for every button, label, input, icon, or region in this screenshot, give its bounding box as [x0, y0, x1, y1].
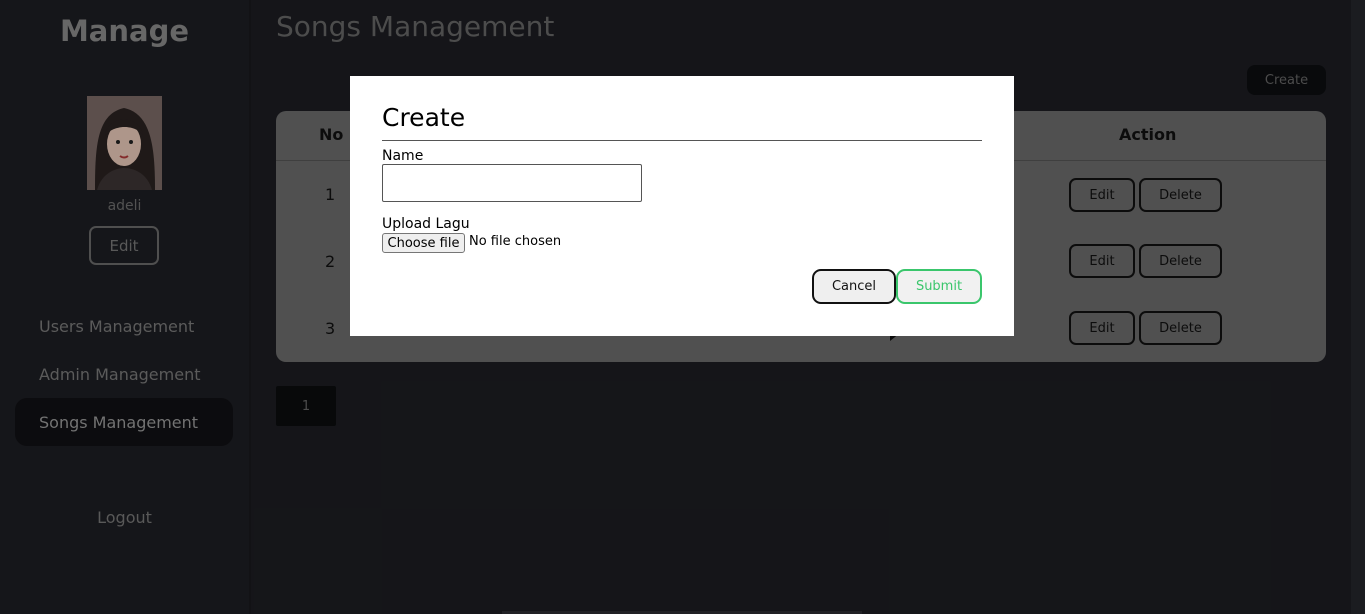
- modal-title: Create: [382, 103, 466, 132]
- name-input[interactable]: [382, 164, 642, 202]
- choose-file-button[interactable]: Choose file: [382, 233, 465, 253]
- create-modal: Create Name Upload Lagu Choose file No f…: [350, 76, 1014, 336]
- modal-divider: [382, 140, 982, 141]
- file-status: No file chosen: [469, 234, 562, 249]
- name-label: Name: [382, 148, 424, 164]
- submit-button[interactable]: Submit: [896, 269, 982, 304]
- cancel-button[interactable]: Cancel: [812, 269, 896, 304]
- upload-label: Upload Lagu: [382, 216, 470, 232]
